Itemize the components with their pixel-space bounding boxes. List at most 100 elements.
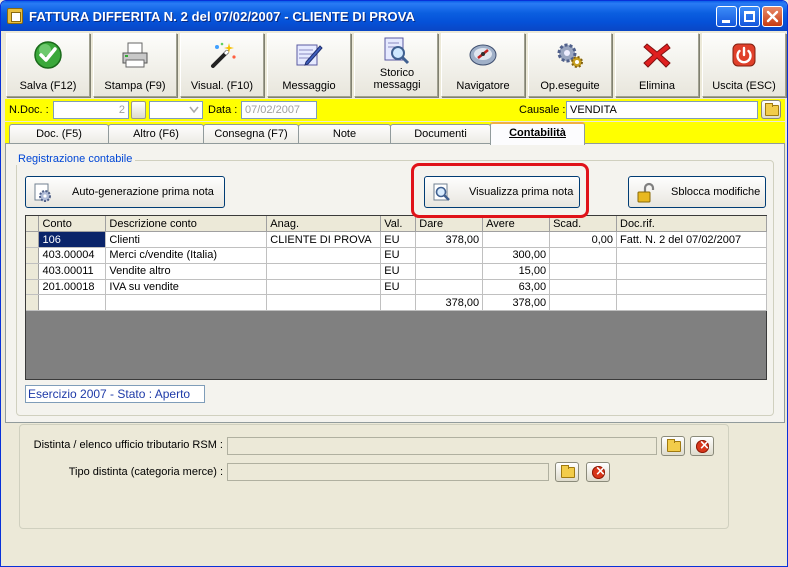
tab-altro[interactable]: Altro (F6): [108, 124, 204, 144]
cell-docrif[interactable]: [616, 263, 767, 280]
navigator-button[interactable]: Navigatore: [441, 33, 525, 97]
unlock-button[interactable]: Sblocca modifiche: [628, 176, 766, 208]
row-indicator[interactable]: [26, 263, 40, 280]
tab-contabilita[interactable]: Contabilità: [490, 122, 585, 145]
row-indicator[interactable]: [26, 247, 40, 264]
column-header-anag[interactable]: Anag.: [266, 216, 382, 233]
table-row[interactable]: 201.00018 IVA su vendite EU 63,00: [26, 279, 767, 296]
delete-button[interactable]: Elimina: [615, 33, 699, 97]
cell-val[interactable]: EU: [380, 263, 417, 280]
cell-avere[interactable]: [482, 231, 551, 249]
auto-generate-button[interactable]: Auto-generazione prima nota: [25, 176, 225, 208]
column-header-dare[interactable]: Dare: [415, 216, 484, 233]
causale-field[interactable]: VENDITA: [566, 101, 758, 119]
table-row[interactable]: 106 Clienti CLIENTE DI PROVA EU 378,00 0…: [26, 231, 767, 249]
cell-scad[interactable]: [549, 263, 617, 280]
cell-docrif[interactable]: [616, 247, 767, 264]
operations-button[interactable]: Op.eseguite: [528, 33, 612, 97]
cell-dare[interactable]: [415, 247, 484, 264]
cell-anag[interactable]: [266, 263, 382, 280]
printer-icon: [122, 42, 148, 68]
cell-dare[interactable]: 378,00: [415, 231, 484, 249]
ndoc-label: N.Doc. :: [9, 104, 49, 116]
cell-scad[interactable]: [549, 279, 617, 296]
tab-bar: Doc. (F5) Altro (F6) Consegna (F7) Note …: [5, 122, 785, 145]
row-indicator[interactable]: [26, 279, 40, 296]
cell-anag[interactable]: [266, 247, 382, 264]
distinta-clear-button[interactable]: [690, 436, 714, 456]
highlight-annotation: [411, 163, 589, 218]
visual-button[interactable]: Visual. (F10): [180, 33, 264, 97]
series-dropdown[interactable]: [149, 101, 203, 119]
tab-documenti[interactable]: Documenti: [390, 124, 491, 144]
message-button[interactable]: Messaggio: [267, 33, 351, 97]
column-header-val[interactable]: Val.: [380, 216, 417, 233]
cell-dare[interactable]: [415, 279, 484, 296]
prima-nota-grid[interactable]: Conto Descrizione conto Anag. Val. Dare …: [25, 215, 767, 380]
cell-conto[interactable]: 201.00018: [38, 279, 107, 296]
cell-conto[interactable]: 403.00004: [38, 247, 107, 264]
gears-icon: [557, 43, 583, 68]
operations-label: Op.eseguite: [540, 80, 600, 92]
total-dare: 378,00: [415, 294, 484, 312]
column-header-avere[interactable]: Avere: [482, 216, 551, 233]
column-header-docrif[interactable]: Doc.rif.: [616, 216, 767, 233]
save-button[interactable]: Salva (F12): [6, 33, 90, 97]
close-button[interactable]: [762, 6, 783, 27]
cell-conto[interactable]: 106: [38, 231, 107, 249]
cell-anag[interactable]: CLIENTE DI PROVA: [266, 231, 382, 249]
navigator-label: Navigatore: [456, 80, 510, 92]
totals-row: 378,00 378,00: [26, 294, 767, 312]
cell-val[interactable]: EU: [380, 247, 417, 264]
document-gear-icon: [34, 183, 51, 202]
auto-generate-label: Auto-generazione prima nota: [72, 186, 214, 198]
cell-avere[interactable]: 63,00: [482, 279, 551, 296]
cell-docrif[interactable]: Fatt. N. 2 del 07/02/2007: [616, 231, 767, 249]
cell-descrizione[interactable]: Clienti: [105, 231, 268, 249]
column-header-scad[interactable]: Scad.: [549, 216, 617, 233]
tipo-distinta-clear-button[interactable]: [586, 462, 610, 482]
cell-val[interactable]: EU: [380, 279, 417, 296]
document-header-bar: N.Doc. : 2 Data : 07/02/2007 Causale : V…: [5, 99, 785, 121]
cell-descrizione[interactable]: Merci c/vendite (Italia): [105, 247, 268, 264]
tab-doc[interactable]: Doc. (F5): [9, 124, 109, 144]
maximize-button[interactable]: [739, 6, 760, 27]
prima-nota-table: Conto Descrizione conto Anag. Val. Dare …: [26, 216, 767, 312]
table-row[interactable]: 403.00004 Merci c/vendite (Italia) EU 30…: [26, 247, 767, 264]
cell-descrizione[interactable]: Vendite altro: [105, 263, 268, 280]
cell-anag[interactable]: [266, 279, 382, 296]
date-field[interactable]: 07/02/2007: [241, 101, 317, 119]
causale-label: Causale :: [519, 104, 566, 116]
cell-scad[interactable]: 0,00: [549, 231, 617, 249]
ndoc-lookup-button[interactable]: [131, 101, 146, 119]
tab-note[interactable]: Note: [298, 124, 391, 144]
tipo-distinta-browse-button[interactable]: [555, 462, 579, 482]
message-history-button[interactable]: Storico messaggi: [354, 33, 438, 97]
totals-empty-cell: [616, 294, 767, 312]
title-bar[interactable]: FATTURA DIFFERITA N. 2 del 07/02/2007 - …: [1, 1, 787, 31]
exit-button[interactable]: Uscita (ESC): [702, 33, 786, 97]
cell-val[interactable]: EU: [380, 231, 417, 249]
cell-avere[interactable]: 300,00: [482, 247, 551, 264]
tipo-distinta-field[interactable]: [227, 463, 549, 481]
cell-dare[interactable]: [415, 263, 484, 280]
distinta-field[interactable]: [227, 437, 657, 455]
row-indicator[interactable]: [26, 231, 40, 249]
cell-docrif[interactable]: [616, 279, 767, 296]
tipo-distinta-label: Tipo distinta (categoria merce) :: [68, 466, 223, 478]
cell-descrizione[interactable]: IVA su vendite: [105, 279, 268, 296]
column-header-descrizione[interactable]: Descrizione conto: [105, 216, 268, 233]
causale-browse-button[interactable]: [761, 100, 781, 119]
cell-scad[interactable]: [549, 247, 617, 264]
table-row[interactable]: 403.00011 Vendite altro EU 15,00: [26, 263, 767, 280]
message-history-icon: [384, 37, 410, 65]
ndoc-field[interactable]: 2: [53, 101, 129, 119]
print-button[interactable]: Stampa (F9): [93, 33, 177, 97]
tab-consegna[interactable]: Consegna (F7): [203, 124, 299, 144]
cell-avere[interactable]: 15,00: [482, 263, 551, 280]
minimize-button[interactable]: [716, 6, 737, 27]
magic-wand-icon: [211, 42, 236, 68]
column-header-conto[interactable]: Conto: [38, 216, 107, 233]
cell-conto[interactable]: 403.00011: [38, 263, 107, 280]
distinta-browse-button[interactable]: [661, 436, 685, 456]
